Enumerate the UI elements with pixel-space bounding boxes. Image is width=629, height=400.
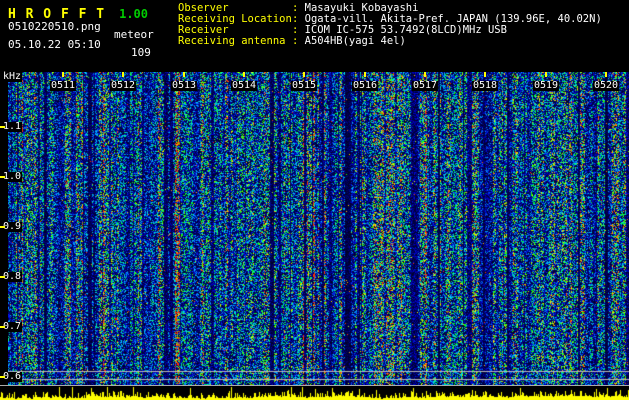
time-tick-label: 0518 [471, 80, 499, 91]
datetime-label: 05.10.22 05:10 [8, 38, 101, 51]
freq-tick-mark [0, 276, 5, 278]
time-tick-mark [424, 72, 426, 77]
freq-tick-label: 0.8 [2, 271, 23, 282]
echo-count: 109 [131, 46, 151, 59]
freq-tick-label: 0.6 [2, 371, 23, 382]
spectrogram-canvas [8, 72, 629, 385]
time-tick-mark [605, 72, 607, 77]
freq-tick-mark [0, 126, 5, 128]
freq-tick-mark [0, 226, 5, 228]
time-tick-mark [183, 72, 185, 77]
freq-tick-label: 0.9 [2, 221, 23, 232]
time-tick-mark [303, 72, 305, 77]
time-tick-label: 0511 [49, 80, 77, 91]
station-info: Observer: Masayuki Kobayashi Receiving Lo… [178, 3, 602, 47]
time-tick-label: 0519 [532, 80, 560, 91]
freq-tick-mark [0, 176, 5, 178]
time-tick-mark [243, 72, 245, 77]
time-tick-mark [364, 72, 366, 77]
freq-axis-unit: kHz [2, 71, 23, 82]
signal-trace-canvas [0, 386, 629, 400]
time-tick-label: 0520 [592, 80, 620, 91]
time-tick-label: 0515 [290, 80, 318, 91]
mode-label: meteor [114, 28, 154, 41]
trace-separator-line [0, 385, 629, 386]
freq-tick-mark [0, 326, 5, 328]
freq-tick-mark [0, 376, 5, 378]
app-version: 1.00 [119, 7, 148, 21]
station-info-row: Receiving antenna: A504HB(yagi 4el) [178, 36, 602, 47]
time-tick-label: 0514 [230, 80, 258, 91]
freq-tick-label: 1.0 [2, 171, 23, 182]
freq-tick-label: 0.7 [2, 321, 23, 332]
output-filename: 0510220510.png [8, 20, 101, 33]
time-tick-mark [62, 72, 64, 77]
info-label: Receiving antenna [178, 35, 286, 47]
time-tick-label: 0516 [351, 80, 379, 91]
freq-tick-label: 1.1 [2, 121, 23, 132]
time-tick-mark [545, 72, 547, 77]
time-tick-mark [122, 72, 124, 77]
time-tick-label: 0517 [411, 80, 439, 91]
spectrogram [8, 72, 629, 389]
info-value: A504HB(yagi 4el) [304, 35, 406, 47]
info-separator: : [292, 35, 305, 47]
hrofft-window: H R O F F T 1.00 0510220510.png meteor 05… [0, 0, 629, 400]
time-tick-label: 0513 [170, 80, 198, 91]
time-tick-mark [484, 72, 486, 77]
time-tick-label: 0512 [109, 80, 137, 91]
